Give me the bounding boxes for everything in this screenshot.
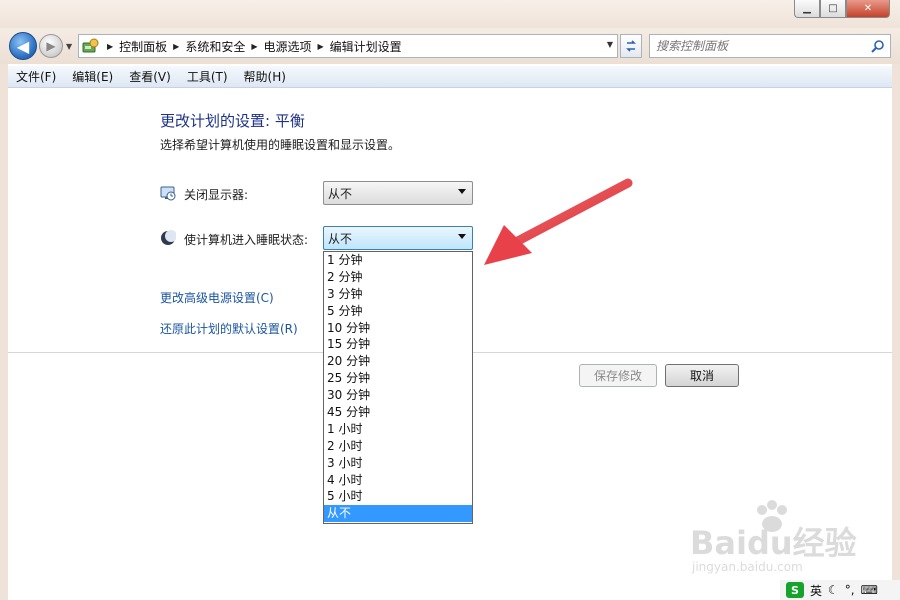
address-bar[interactable]: ▶ 控制面板 ▶ 系统和安全 ▶ 电源选项 ▶ 编辑计划设置 ▼ xyxy=(78,34,618,58)
title-bar: ▁ □ ✕ xyxy=(0,0,900,28)
display-icon xyxy=(160,186,176,201)
breadcrumb-edit-plan[interactable]: 编辑计划设置 xyxy=(330,38,402,55)
refresh-icon xyxy=(626,40,636,52)
punctuation-icon[interactable]: °, xyxy=(845,583,855,597)
dropdown-option[interactable]: 30 分钟 xyxy=(324,387,472,404)
ime-logo-icon[interactable]: S xyxy=(786,582,804,598)
breadcrumb-separator-icon[interactable]: ▶ xyxy=(251,42,257,51)
menu-file[interactable]: 文件(F) xyxy=(8,68,64,85)
watermark-url: jingyan.baidu.com xyxy=(692,560,803,574)
sleep-label: 使计算机进入睡眠状态: xyxy=(184,233,309,247)
restore-defaults-link[interactable]: 还原此计划的默认设置(R) xyxy=(160,320,298,337)
window-frame-left xyxy=(0,64,8,600)
search-input[interactable] xyxy=(656,36,866,56)
refresh-button[interactable] xyxy=(620,34,642,58)
annotation-arrow xyxy=(484,178,633,265)
ime-language-indicator[interactable]: 英 xyxy=(810,582,822,599)
moon-icon[interactable]: ☾ xyxy=(828,583,839,597)
dropdown-option[interactable]: 5 分钟 xyxy=(324,303,472,320)
display-off-label: 关闭显示器: xyxy=(184,188,249,202)
control-panel-icon xyxy=(82,38,99,53)
baidu-watermark: Baidu经验 jingyan.baidu.com xyxy=(690,500,860,580)
dropdown-option[interactable]: 3 分钟 xyxy=(324,286,472,303)
save-changes-button[interactable]: 保存修改 xyxy=(579,364,657,387)
menu-edit[interactable]: 编辑(E) xyxy=(64,68,121,85)
close-button[interactable]: ✕ xyxy=(846,0,890,18)
display-off-select[interactable]: 从不 xyxy=(323,181,473,205)
page-description: 选择希望计算机使用的睡眠设置和显示设置。 xyxy=(160,138,401,152)
dropdown-option[interactable]: 5 小时 xyxy=(324,488,472,505)
sleep-value: 从不 xyxy=(328,231,353,246)
dropdown-option[interactable]: 15 分钟 xyxy=(324,336,472,353)
breadcrumb-separator-icon[interactable]: ▶ xyxy=(173,42,179,51)
dropdown-option[interactable]: 45 分钟 xyxy=(324,404,472,421)
dropdown-option[interactable]: 3 小时 xyxy=(324,455,472,472)
display-off-value: 从不 xyxy=(328,186,353,201)
search-icon[interactable] xyxy=(871,39,885,53)
recent-pages-dropdown-icon[interactable]: ▼ xyxy=(66,42,72,51)
search-box[interactable] xyxy=(649,34,891,58)
menu-tools[interactable]: 工具(T) xyxy=(179,68,236,85)
chevron-down-icon xyxy=(458,234,466,239)
dropdown-option[interactable]: 4 小时 xyxy=(324,472,472,489)
breadcrumb-separator-icon[interactable]: ▶ xyxy=(107,42,113,51)
dropdown-option[interactable]: 20 分钟 xyxy=(324,353,472,370)
menu-help[interactable]: 帮助(H) xyxy=(236,68,294,85)
address-dropdown-icon[interactable]: ▼ xyxy=(607,40,613,49)
breadcrumb-system-security[interactable]: 系统和安全 xyxy=(185,38,245,55)
dropdown-option[interactable]: 1 分钟 xyxy=(324,252,472,269)
dropdown-option-selected[interactable]: 从不 xyxy=(324,505,472,523)
dropdown-option[interactable]: 1 小时 xyxy=(324,421,472,438)
dropdown-option[interactable]: 2 分钟 xyxy=(324,269,472,286)
system-tray: S 英 ☾ °, ⌨ xyxy=(780,580,900,600)
chevron-down-icon xyxy=(458,189,466,194)
dropdown-option[interactable]: 2 小时 xyxy=(324,438,472,455)
sleep-dropdown-list[interactable]: 1 分钟 2 分钟 3 分钟 5 分钟 10 分钟 15 分钟 20 分钟 25… xyxy=(323,251,473,524)
maximize-button[interactable]: □ xyxy=(820,0,846,18)
dropdown-option[interactable]: 25 分钟 xyxy=(324,370,472,387)
keyboard-icon[interactable]: ⌨ xyxy=(861,583,878,597)
forward-button[interactable]: ▶ xyxy=(39,34,63,58)
menu-view[interactable]: 查看(V) xyxy=(121,68,179,85)
page-title: 更改计划的设置: 平衡 xyxy=(160,112,305,130)
window-controls: ▁ □ ✕ xyxy=(794,0,890,18)
dropdown-option[interactable]: 10 分钟 xyxy=(324,320,472,337)
sleep-moon-icon xyxy=(161,230,176,245)
advanced-power-settings-link[interactable]: 更改高级电源设置(C) xyxy=(160,289,274,306)
breadcrumb-control-panel[interactable]: 控制面板 xyxy=(119,38,167,55)
sleep-select[interactable]: 从不 xyxy=(323,226,473,250)
breadcrumb-separator-icon[interactable]: ▶ xyxy=(318,42,324,51)
cancel-button[interactable]: 取消 xyxy=(665,364,739,387)
navigation-bar: ◀ ▶ ▼ ▶ 控制面板 ▶ 系统和安全 ▶ 电源选项 ▶ 编辑计划设置 ▼ xyxy=(0,28,900,64)
watermark-brand: Baidu经验 xyxy=(690,524,857,562)
back-button[interactable]: ◀ xyxy=(9,32,37,60)
window-frame-right xyxy=(892,64,900,600)
breadcrumb-power-options[interactable]: 电源选项 xyxy=(264,38,312,55)
menu-bar: 文件(F) 编辑(E) 查看(V) 工具(T) 帮助(H) xyxy=(8,66,892,88)
minimize-button[interactable]: ▁ xyxy=(794,0,820,18)
